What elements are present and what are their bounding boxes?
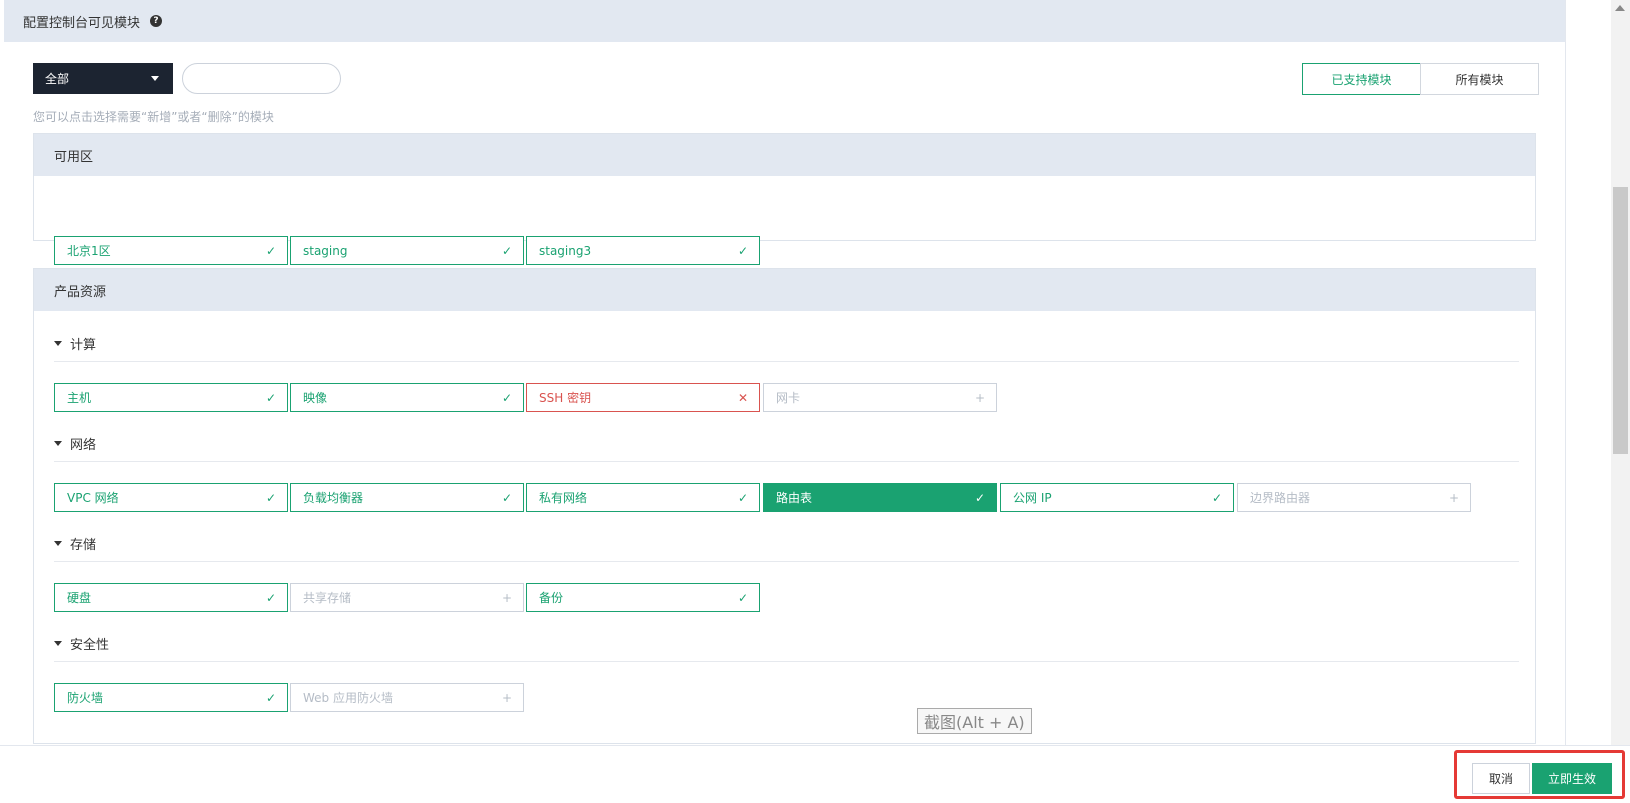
tag-label: 北京1区: [67, 244, 111, 258]
module-tag[interactable]: 硬盘 ✓: [54, 583, 288, 612]
group-title-compute[interactable]: 计算: [54, 334, 96, 353]
question-circle-icon[interactable]: ?: [150, 15, 163, 27]
products-title: 产品资源: [34, 269, 1535, 311]
page: 配置控制台可见模块 ? 全部 您可以点击选择需要“新增”或者“删除”的模块 已支…: [0, 0, 1630, 803]
module-tag[interactable]: 映像 ✓: [290, 383, 524, 412]
check-icon: ✓: [265, 690, 276, 705]
tag-label: 负载均衡器: [303, 491, 364, 505]
module-tag[interactable]: 共享存储 +: [290, 583, 524, 612]
scope-select-value: 全部: [45, 72, 70, 86]
plus-icon: +: [501, 690, 512, 705]
check-icon: ✓: [501, 490, 512, 505]
tag-label: SSH 密钥: [539, 391, 592, 405]
module-tag[interactable]: VPC 网络 ✓: [54, 483, 288, 512]
module-tag[interactable]: SSH 密钥 ✕: [526, 383, 760, 412]
scope-select[interactable]: 全部: [33, 63, 173, 94]
panel-header: 配置控制台可见模块 ?: [4, 0, 1565, 42]
module-tag[interactable]: 网卡 +: [763, 383, 997, 412]
tag-label: 公网 IP: [1013, 491, 1052, 505]
scroll-up-arrow-icon[interactable]: [1615, 5, 1625, 11]
tag-label: staging: [303, 243, 348, 258]
tag-label: Web 应用防火墙: [303, 691, 393, 705]
zone-tag[interactable]: staging ✓: [290, 236, 524, 265]
caret-down-icon: [54, 641, 62, 646]
caret-down-icon: [151, 76, 159, 81]
group-title-storage[interactable]: 存储: [54, 534, 96, 553]
view-toggle: 已支持模块 所有模块: [1302, 63, 1539, 95]
module-tag[interactable]: Web 应用防火墙 +: [290, 683, 524, 712]
check-icon: ✓: [737, 590, 748, 605]
module-config-panel: 配置控制台可见模块 ? 全部 您可以点击选择需要“新增”或者“删除”的模块 已支…: [4, 0, 1566, 745]
tag-label: 共享存储: [303, 591, 352, 605]
hint-text: 您可以点击选择需要“新增”或者“删除”的模块: [33, 110, 274, 124]
module-tag[interactable]: 备份 ✓: [526, 583, 760, 612]
close-icon: ✕: [737, 390, 748, 405]
tag-label: VPC 网络: [67, 491, 119, 505]
tag-label: 网卡: [776, 391, 801, 405]
group-title-network[interactable]: 网络: [54, 434, 96, 453]
search-input[interactable]: [182, 63, 341, 94]
module-tag[interactable]: 防火墙 ✓: [54, 683, 288, 712]
check-icon: ✓: [265, 590, 276, 605]
apply-now-button[interactable]: 立即生效: [1532, 763, 1612, 794]
module-tag[interactable]: 私有网络 ✓: [526, 483, 760, 512]
vertical-scrollbar[interactable]: [1611, 0, 1630, 745]
toolbar: 全部: [33, 63, 341, 94]
tag-label: 主机: [67, 391, 92, 405]
plus-icon: +: [501, 590, 512, 605]
plus-icon: +: [974, 390, 985, 405]
tab-supported-modules[interactable]: 已支持模块: [1302, 63, 1421, 95]
module-tag[interactable]: 负载均衡器 ✓: [290, 483, 524, 512]
check-icon: ✓: [501, 390, 512, 405]
tag-label: 私有网络: [539, 491, 588, 505]
check-icon: ✓: [737, 490, 748, 505]
group-label: 安全性: [70, 638, 110, 653]
zone-tag[interactable]: staging3 ✓: [526, 236, 760, 265]
module-tag[interactable]: 边界路由器 +: [1237, 483, 1471, 512]
module-tag[interactable]: 主机 ✓: [54, 383, 288, 412]
tag-label: 映像: [303, 391, 328, 405]
divider: [54, 561, 1519, 562]
check-icon: ✓: [265, 390, 276, 405]
check-icon: ✓: [265, 243, 276, 258]
tag-label: 边界路由器: [1250, 491, 1311, 505]
tab-all-modules[interactable]: 所有模块: [1420, 63, 1539, 95]
cancel-button[interactable]: 取消: [1472, 763, 1530, 794]
group-title-security[interactable]: 安全性: [54, 634, 109, 653]
divider: [54, 661, 1519, 662]
check-icon: ✓: [974, 490, 985, 505]
caret-down-icon: [54, 441, 62, 446]
check-icon: ✓: [1211, 490, 1222, 505]
footer-bar: [0, 745, 1630, 803]
plus-icon: +: [1448, 490, 1459, 505]
check-icon: ✓: [737, 243, 748, 258]
tag-label: 备份: [539, 591, 564, 605]
group-label: 存储: [70, 538, 97, 553]
tag-label: 硬盘: [67, 591, 92, 605]
panel-title: 配置控制台可见模块: [23, 15, 141, 31]
caret-down-icon: [54, 341, 62, 346]
zones-card: 可用区 北京1区 ✓ staging ✓ staging3 ✓: [33, 133, 1536, 265]
caret-down-icon: [54, 541, 62, 546]
zones-title: 可用区: [34, 134, 1535, 176]
group-label: 网络: [70, 438, 97, 453]
screenshot-tooltip: 截图(Alt + A): [917, 708, 1032, 734]
products-card: 产品资源 计算 主机 ✓ 映像 ✓ SSH 密钥 ✕ 网卡 + 网络 VPC 网…: [33, 268, 1536, 744]
tag-label: 路由表: [776, 491, 813, 505]
tag-label: staging3: [539, 243, 592, 258]
module-tag[interactable]: 路由表 ✓: [763, 483, 997, 512]
check-icon: ✓: [265, 490, 276, 505]
module-tag[interactable]: 公网 IP ✓: [1000, 483, 1234, 512]
zone-tag[interactable]: 北京1区 ✓: [54, 236, 288, 265]
tag-label: 防火墙: [67, 691, 104, 705]
divider: [54, 461, 1519, 462]
divider: [54, 361, 1519, 362]
group-label: 计算: [70, 338, 97, 353]
scroll-thumb[interactable]: [1613, 187, 1628, 454]
check-icon: ✓: [501, 243, 512, 258]
